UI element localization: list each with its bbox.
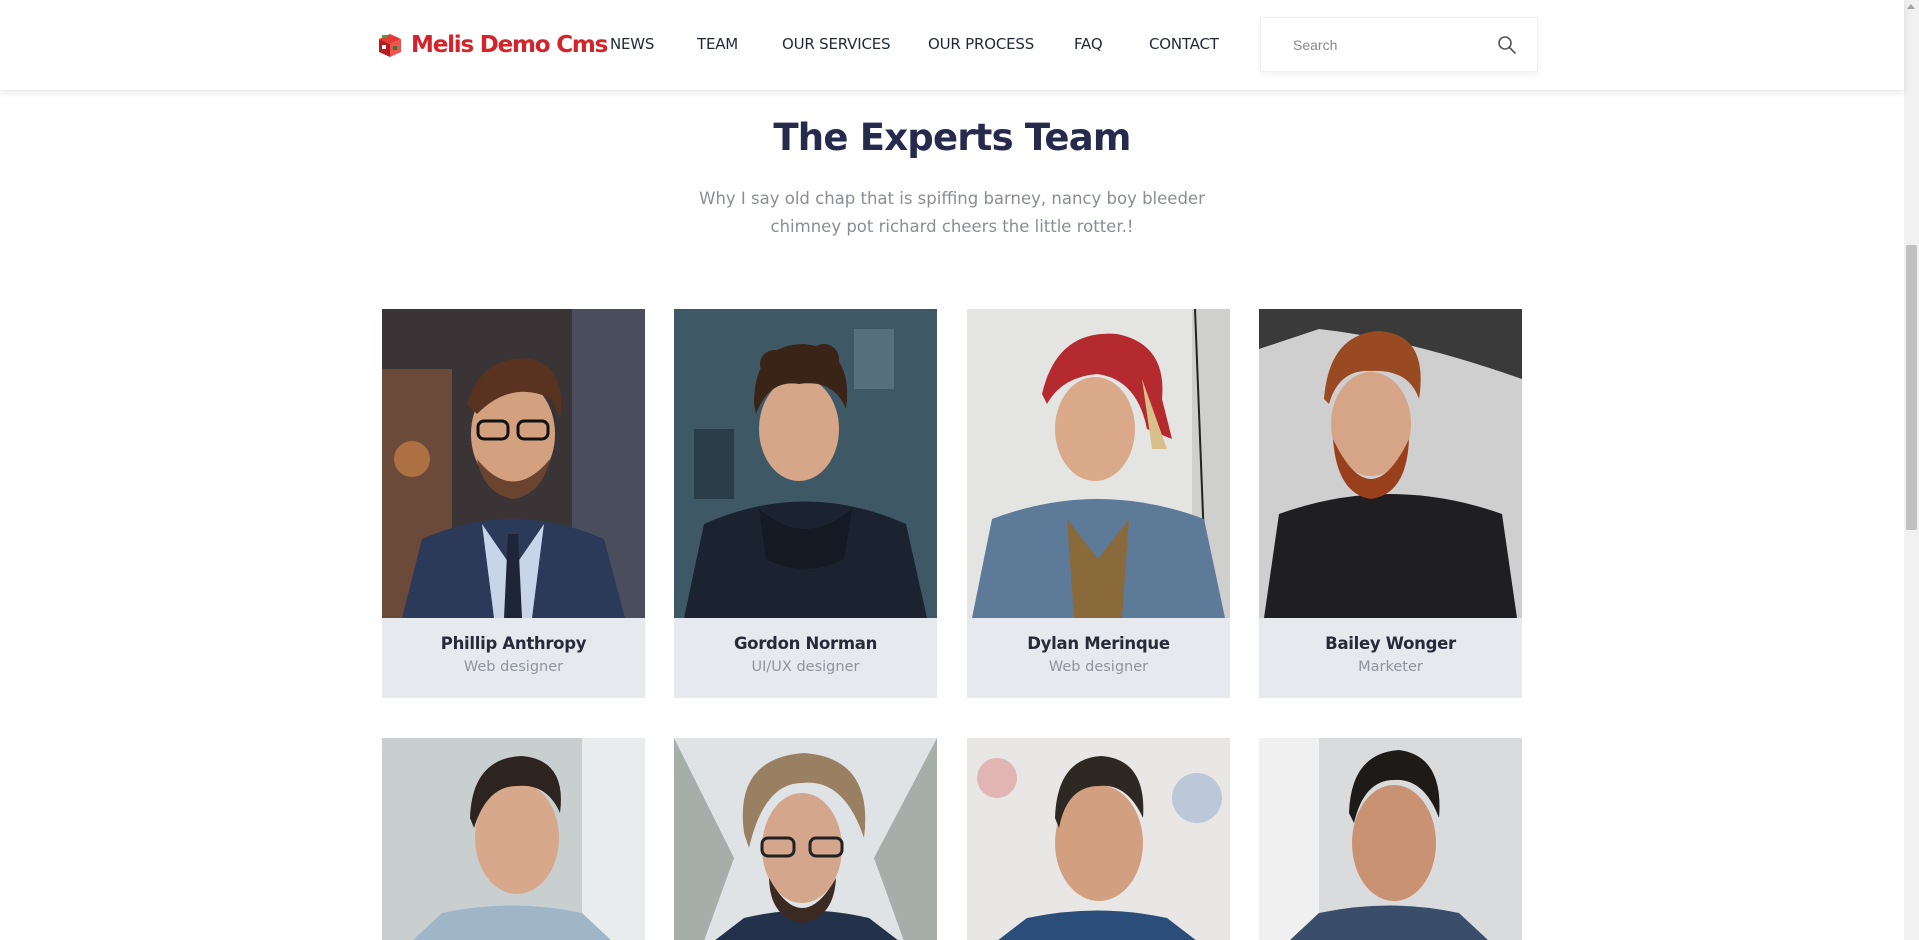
member-name: Gordon Norman	[733, 634, 878, 653]
brand-logo[interactable]: Melis Demo Cms	[377, 30, 608, 60]
page: Melis Demo Cms NEWS TEAM OUR SERVICES OU…	[0, 0, 1919, 940]
section-title: The Experts Team	[773, 116, 1131, 159]
member-photo	[674, 738, 937, 940]
section-description: Why I say old chap that is spiffing barn…	[699, 189, 1205, 236]
team-card[interactable]: Dylan Merinque Web designer	[967, 309, 1230, 698]
member-role: UI/UX designer	[751, 659, 860, 675]
member-role: Web designer	[463, 659, 564, 675]
scroll-up-icon[interactable]	[1907, 4, 1915, 9]
team-card[interactable]	[674, 738, 937, 940]
nav-item-news[interactable]: NEWS	[610, 35, 654, 53]
member-info: Phillip Anthropy Web designer	[382, 618, 645, 698]
nav-item-faq[interactable]: FAQ	[1074, 35, 1103, 53]
team-card[interactable]: Phillip Anthropy Web designer	[382, 309, 645, 698]
team-card[interactable]: Bailey Wonger Marketer	[1259, 309, 1522, 698]
team-card[interactable]	[967, 738, 1230, 940]
member-name: Phillip Anthropy	[440, 634, 587, 653]
member-photo	[1259, 309, 1522, 618]
search-box	[1260, 17, 1538, 72]
scrollbar-thumb[interactable]	[1906, 245, 1917, 530]
nav-item-our-services[interactable]: OUR SERVICES	[782, 35, 891, 53]
team-card[interactable]	[1259, 738, 1522, 940]
team-card[interactable]: Gordon Norman UI/UX designer	[674, 309, 937, 698]
member-photo	[382, 309, 645, 618]
member-name: Dylan Merinque	[1027, 634, 1170, 653]
member-name: Bailey Wonger	[1325, 634, 1456, 653]
member-role: Web designer	[1048, 659, 1149, 675]
site-header: Melis Demo Cms NEWS TEAM OUR SERVICES OU…	[0, 0, 1904, 90]
search-input[interactable]	[1261, 18, 1491, 71]
member-role: Marketer	[1358, 659, 1423, 675]
brand-name: Melis Demo Cms	[411, 32, 608, 58]
nav-item-team[interactable]: TEAM	[697, 35, 738, 53]
nav-item-contact[interactable]: CONTACT	[1149, 35, 1219, 53]
member-info: Gordon Norman UI/UX designer	[674, 618, 937, 698]
search-icon[interactable]	[1497, 35, 1517, 55]
member-photo	[967, 738, 1230, 940]
member-photo	[1259, 738, 1522, 940]
member-photo	[382, 738, 645, 940]
member-info: Dylan Merinque Web designer	[967, 618, 1230, 698]
member-info: Bailey Wonger Marketer	[1259, 618, 1522, 698]
nav-item-our-process[interactable]: OUR PROCESS	[928, 35, 1034, 53]
logo-cube-icon	[379, 34, 401, 57]
member-photo	[674, 309, 937, 618]
member-photo	[967, 309, 1230, 618]
team-card[interactable]	[382, 738, 645, 940]
vertical-scrollbar[interactable]	[1904, 0, 1919, 940]
